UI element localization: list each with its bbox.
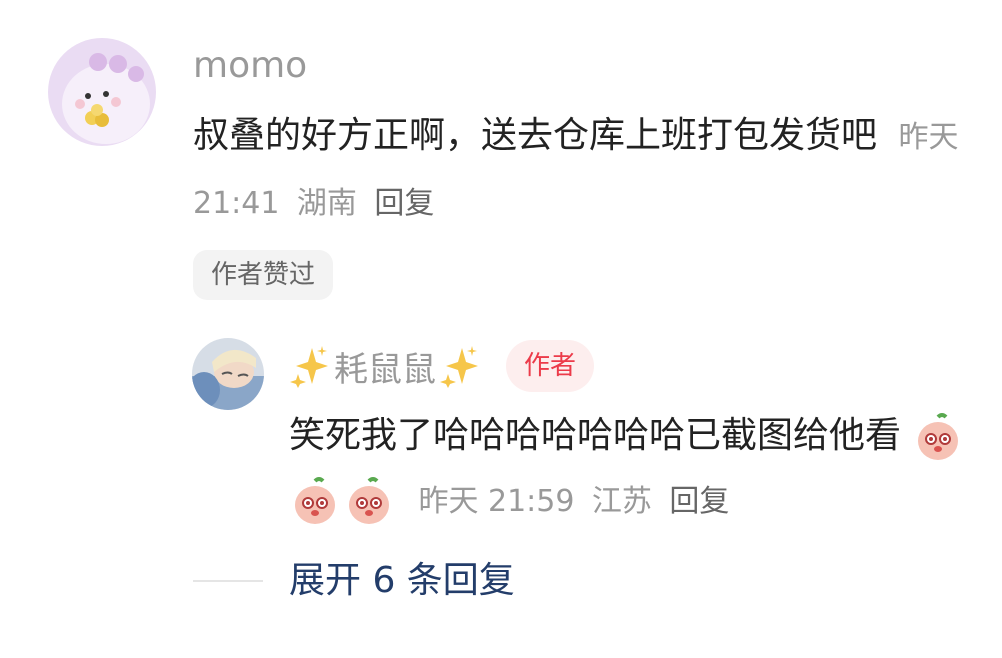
peach-face-emoji xyxy=(295,477,335,524)
peach-face-emoji xyxy=(918,413,959,460)
commenter-username[interactable]: momo xyxy=(193,42,307,90)
sparkles-icon xyxy=(440,346,478,388)
expand-replies-button[interactable]: 展开 6 条回复 xyxy=(289,556,515,606)
peach-face-emoji xyxy=(349,477,389,524)
author-liked-badge: 作者赞过 xyxy=(193,250,334,300)
comment-text: 叔叠的好方正啊，送去仓库上班打包发货吧 xyxy=(193,115,878,156)
expand-divider xyxy=(193,580,263,582)
comment-reply-button[interactable]: 回复 xyxy=(374,186,434,221)
commenter-avatar[interactable] xyxy=(48,38,156,146)
reply-location: 江苏 xyxy=(591,484,652,519)
sparkles-icon xyxy=(290,346,328,388)
comment-body: 叔叠的好方正啊，送去仓库上班打包发货吧 昨天 21:41 湖南 回复 xyxy=(193,104,963,236)
avatar-image xyxy=(192,338,264,410)
reply-reply-button[interactable]: 回复 xyxy=(669,484,729,519)
avatar-image xyxy=(48,38,156,146)
reply-avatar[interactable] xyxy=(192,338,264,410)
reply-user-row: 耗鼠鼠 作者 xyxy=(290,338,595,394)
author-badge: 作者 xyxy=(506,340,595,392)
reply-body: 笑死我了哈哈哈哈哈哈哈已截图给他看 昨天 21:59 江苏 回复 xyxy=(289,404,979,534)
reply-text: 笑死我了哈哈哈哈哈哈哈已截图给他看 xyxy=(289,415,902,456)
reply-username[interactable]: 耗鼠鼠 xyxy=(334,342,436,391)
reply-time: 昨天 21:59 xyxy=(418,484,575,519)
comment-location: 湖南 xyxy=(296,186,357,221)
